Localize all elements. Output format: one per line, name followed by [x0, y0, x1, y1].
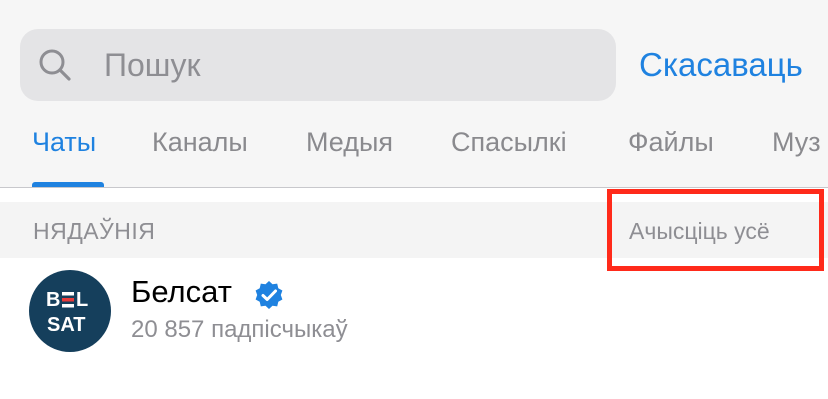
avatar: B L SAT [29, 270, 111, 352]
search-filter-tabs: Чаты Каналы Медыя Спасылкі Файлы Муз [0, 115, 828, 187]
tab-files[interactable]: Файлы [628, 115, 714, 187]
chat-subscriber-count: 20 857 падпісчыкаў [131, 316, 348, 343]
tab-links[interactable]: Спасылкі [451, 115, 567, 187]
svg-text:SAT: SAT [47, 314, 86, 336]
search-result-row[interactable]: B L SAT Белсат 20 857 падпісчыкаў [0, 260, 828, 360]
belsat-logo-icon: B L SAT [46, 289, 88, 336]
cancel-button[interactable]: Скасаваць [639, 29, 803, 101]
tab-chats[interactable]: Чаты [32, 115, 96, 187]
search-placeholder: Пошук [104, 47, 201, 83]
search-input[interactable]: Пошук [20, 29, 616, 101]
verified-badge-icon [255, 281, 283, 309]
tab-media[interactable]: Медыя [306, 115, 393, 187]
search-icon [39, 49, 71, 81]
svg-text:B: B [46, 289, 60, 311]
chat-name: Белсат [131, 274, 232, 309]
recent-section-title: НЯДАЎНІЯ [33, 218, 156, 244]
tab-channels[interactable]: Каналы [152, 115, 248, 187]
tab-music[interactable]: Муз [772, 115, 821, 187]
highlight-annotation [607, 189, 824, 271]
tabs-divider [0, 187, 828, 188]
svg-text:L: L [76, 289, 88, 311]
